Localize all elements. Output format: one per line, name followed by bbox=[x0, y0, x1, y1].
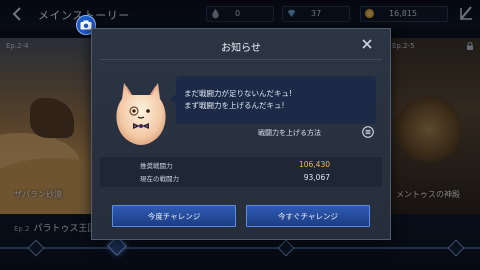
speech-bubble: まだ戦闘力が足りないんだキュ! まず戦闘力を上げるんだキュ! bbox=[170, 76, 376, 124]
howto-link[interactable]: 戦闘力を上げる方法 bbox=[258, 128, 321, 138]
close-icon[interactable] bbox=[360, 37, 374, 51]
title-divider bbox=[100, 59, 382, 60]
current-power-value: 93,067 bbox=[303, 173, 330, 182]
current-power-row: 現在の戦闘力 93,067 bbox=[100, 173, 382, 185]
power-stats-panel: 推奨戦闘力 106,430 現在の戦闘力 93,067 bbox=[100, 157, 382, 187]
recommended-power-row: 推奨戦闘力 106,430 bbox=[100, 160, 382, 172]
challenge-now-button[interactable]: 今すぐチャレンジ bbox=[246, 205, 370, 227]
challenge-later-button[interactable]: 今度チャレンジ bbox=[112, 205, 236, 227]
recommended-power-value: 106,430 bbox=[298, 160, 330, 169]
mascot-character bbox=[116, 83, 166, 145]
speech-line-2: まず戦闘力を上げるんだキュ! bbox=[184, 101, 285, 110]
dialog-title: お知らせ bbox=[221, 43, 261, 54]
current-power-label: 現在の戦闘力 bbox=[140, 175, 179, 183]
recommended-power-label: 推奨戦闘力 bbox=[140, 162, 173, 170]
list-icon[interactable] bbox=[362, 126, 374, 138]
speech-line-1: まだ戦闘力が足りないんだキュ! bbox=[184, 89, 293, 98]
notice-dialog: お知らせ まだ戦闘力が足りないんだキュ! まず戦闘力を上げるんだキュ! 戦闘力を… bbox=[91, 28, 391, 240]
